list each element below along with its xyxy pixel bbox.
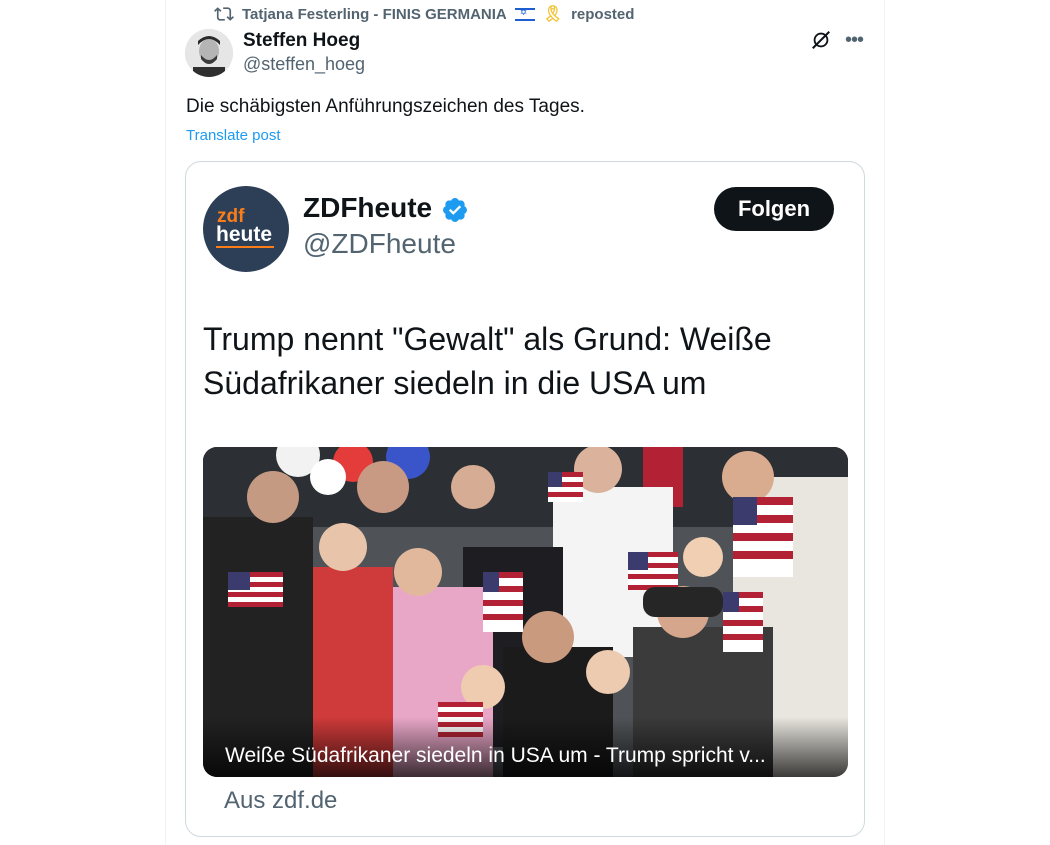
news-photo[interactable]: Weiße Südafrikaner siedeln in USA um - T… <box>203 447 848 777</box>
follow-button[interactable]: Folgen <box>714 187 834 231</box>
verified-badge-icon <box>443 198 467 222</box>
embed-headline: Trump nennt "Gewalt" als Grund: Weiße Sü… <box>203 321 772 401</box>
photo-caption-overlay: Weiße Südafrikaner siedeln in USA um - T… <box>203 717 848 777</box>
embed-account-handle[interactable]: @ZDFheute <box>303 228 456 260</box>
reposter-name[interactable]: Tatjana Festerling - FINIS GERMANIA <box>242 6 507 23</box>
author-handle[interactable]: @steffen_hoeg <box>243 54 365 75</box>
translate-post-link[interactable]: Translate post <box>186 127 281 144</box>
photo-caption-text: Weiße Südafrikaner siedeln in USA um - T… <box>225 744 766 767</box>
post-text: Die schäbigsten Anführungszeichen des Ta… <box>186 96 585 117</box>
embed-account-name[interactable]: ZDFheute <box>303 192 432 224</box>
logo-underline <box>216 246 274 248</box>
timeline-border-right <box>884 0 885 845</box>
card-source-domain[interactable]: Aus zdf.de <box>224 787 337 815</box>
israel-flag-icon <box>514 7 535 21</box>
logo-text-heute: heute <box>216 223 273 246</box>
more-icon[interactable]: ••• <box>842 28 866 52</box>
zdfheute-avatar[interactable]: zdf heute <box>203 186 289 272</box>
embedded-image-card[interactable]: zdf heute ZDFheute @ZDFheute Folgen Trum… <box>185 161 865 837</box>
repost-action: reposted <box>571 5 635 23</box>
author-avatar[interactable] <box>185 29 233 77</box>
yellow-ribbon-icon: 🎗 <box>542 6 564 23</box>
timeline-border-left <box>165 0 166 845</box>
repost-context[interactable]: Tatjana Festerling - FINIS GERMANIA 🎗 re… <box>214 4 634 24</box>
author-name[interactable]: Steffen Hoeg <box>243 30 360 52</box>
repost-icon <box>214 7 234 21</box>
grok-icon[interactable] <box>810 29 832 51</box>
